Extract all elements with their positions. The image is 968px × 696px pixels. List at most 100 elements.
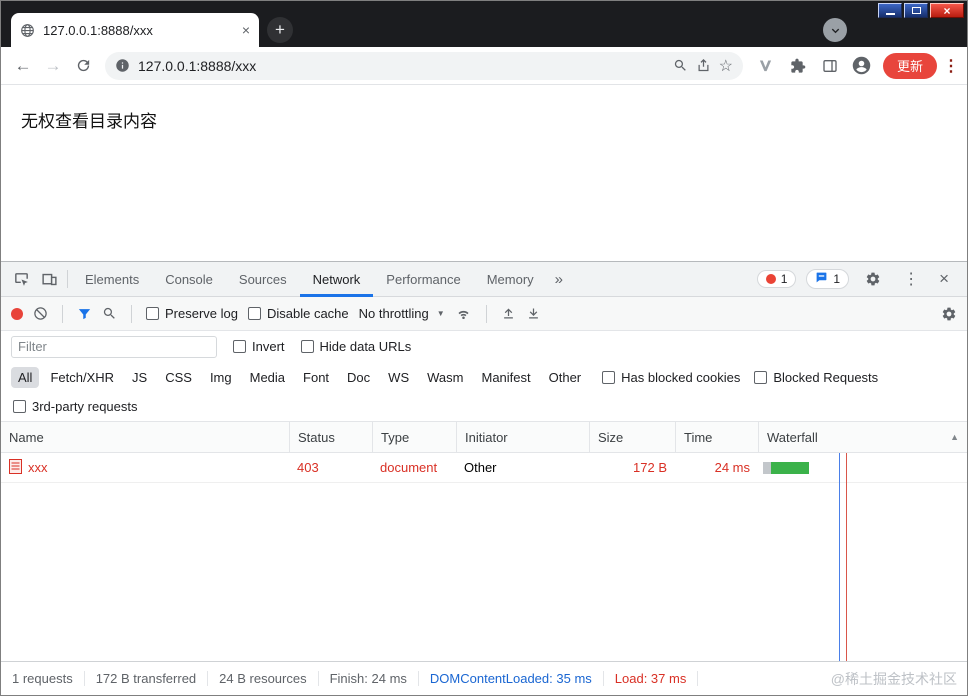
disable-cache-checkbox[interactable] bbox=[247, 307, 261, 320]
has-blocked-cookies-checkbox[interactable] bbox=[602, 370, 616, 384]
divider bbox=[131, 304, 132, 323]
tab-strip: × 127.0.0.1:8888/xxx × + bbox=[1, 1, 967, 47]
third-party-checkbox[interactable] bbox=[13, 400, 26, 413]
devtools-settings-gear-icon[interactable] bbox=[859, 265, 887, 293]
waterfall-download-segment bbox=[771, 462, 809, 474]
hide-data-urls-label: Hide data URLs bbox=[319, 339, 412, 354]
devtools-tab-memory[interactable]: Memory bbox=[474, 262, 547, 297]
type-filter-doc[interactable]: Doc bbox=[340, 367, 377, 388]
disable-cache-checkbox-group[interactable]: Disable cache bbox=[247, 306, 349, 321]
extension-v-icon[interactable] bbox=[751, 52, 781, 80]
address-bar[interactable]: 127.0.0.1:8888/xxx ☆ bbox=[105, 51, 743, 80]
import-har-icon[interactable] bbox=[501, 306, 516, 321]
preserve-log-checkbox[interactable] bbox=[146, 307, 159, 320]
network-settings-gear-icon[interactable] bbox=[941, 306, 957, 322]
network-conditions-icon[interactable] bbox=[455, 305, 472, 322]
clear-network-log-icon[interactable] bbox=[33, 306, 48, 321]
chrome-update-button[interactable]: 更新 bbox=[882, 52, 937, 79]
type-filter-img[interactable]: Img bbox=[203, 367, 239, 388]
blocked-requests-checkbox-group[interactable]: Blocked Requests bbox=[754, 370, 878, 385]
type-filter-wasm[interactable]: Wasm bbox=[420, 367, 470, 388]
column-header-name[interactable]: Name bbox=[1, 422, 289, 452]
search-network-icon[interactable] bbox=[102, 306, 117, 321]
devtools-tab-console[interactable]: Console bbox=[152, 262, 226, 297]
issues-count: 1 bbox=[833, 272, 841, 286]
inspect-element-icon[interactable] bbox=[7, 265, 35, 293]
devtools-tab-performance[interactable]: Performance bbox=[373, 262, 473, 297]
column-header-waterfall[interactable]: Waterfall ▲ bbox=[758, 422, 967, 452]
zoom-icon[interactable] bbox=[673, 58, 688, 73]
new-tab-button[interactable]: + bbox=[267, 17, 293, 43]
column-header-size[interactable]: Size bbox=[589, 422, 675, 452]
extensions-puzzle-icon[interactable] bbox=[783, 52, 813, 80]
hide-data-urls-checkbox[interactable] bbox=[300, 340, 314, 353]
type-filter-fetch-xhr[interactable]: Fetch/XHR bbox=[43, 367, 121, 388]
third-party-label: 3rd-party requests bbox=[32, 399, 138, 414]
window-controls: × bbox=[878, 3, 964, 18]
finish-time: Finish: 24 ms bbox=[319, 671, 419, 686]
type-filter-js[interactable]: JS bbox=[125, 367, 154, 388]
column-header-type[interactable]: Type bbox=[372, 422, 456, 452]
device-toolbar-icon[interactable] bbox=[35, 265, 63, 293]
type-filter-all[interactable]: All bbox=[11, 366, 40, 388]
type-filter-manifest[interactable]: Manifest bbox=[474, 367, 537, 388]
profile-avatar[interactable] bbox=[847, 52, 877, 80]
invert-checkbox-group[interactable]: Invert bbox=[233, 339, 285, 354]
devtools-tab-sources[interactable]: Sources bbox=[226, 262, 300, 297]
back-button[interactable]: ← bbox=[9, 52, 37, 80]
maximize-button[interactable] bbox=[904, 3, 928, 18]
devtools-tab-elements[interactable]: Elements bbox=[72, 262, 152, 297]
browser-window: × 127.0.0.1:8888/xxx × + ← → 127.0.0.1:8… bbox=[0, 0, 968, 696]
tab-close-icon[interactable]: × bbox=[242, 23, 250, 37]
request-name-cell[interactable]: xxx bbox=[1, 458, 289, 477]
type-filter-other[interactable]: Other bbox=[542, 367, 589, 388]
scrollbar-up-arrow-icon[interactable]: ▲ bbox=[950, 432, 959, 442]
waterfall-bar bbox=[763, 462, 809, 474]
browser-tab[interactable]: 127.0.0.1:8888/xxx × bbox=[11, 13, 259, 47]
reload-button[interactable] bbox=[69, 52, 97, 80]
devtools-tab-network[interactable]: Network bbox=[300, 262, 374, 297]
has-blocked-cookies-checkbox-group[interactable]: Has blocked cookies bbox=[602, 370, 740, 385]
tab-search-chevron-icon[interactable] bbox=[823, 18, 847, 42]
devtools-panel: Elements Console Sources Network Perform… bbox=[1, 261, 967, 695]
preserve-log-checkbox-group[interactable]: Preserve log bbox=[146, 306, 238, 321]
request-initiator[interactable]: Other bbox=[456, 460, 589, 475]
devtools-menu-kebab-icon[interactable]: ⋮ bbox=[897, 265, 925, 293]
has-blocked-cookies-label: Has blocked cookies bbox=[621, 369, 741, 385]
devtools-close-icon[interactable]: × bbox=[935, 269, 953, 289]
more-tabs-chevron[interactable]: » bbox=[547, 271, 571, 288]
blocked-requests-checkbox[interactable] bbox=[754, 370, 768, 384]
throttling-dropdown[interactable]: No throttling ▼ bbox=[359, 306, 445, 321]
third-party-filter-row: 3rd-party requests bbox=[1, 392, 967, 422]
invert-checkbox[interactable] bbox=[233, 340, 246, 353]
request-type-filter-row: All Fetch/XHR JS CSS Img Media Font Doc … bbox=[1, 362, 967, 392]
record-network-log-icon[interactable] bbox=[11, 307, 23, 320]
filter-funnel-icon[interactable] bbox=[77, 306, 92, 321]
transferred-size: 172 B transferred bbox=[85, 671, 209, 686]
page-info-icon[interactable] bbox=[115, 58, 130, 73]
network-toolbar: Preserve log Disable cache No throttling… bbox=[1, 297, 967, 331]
type-filter-css[interactable]: CSS bbox=[158, 367, 199, 388]
filter-input[interactable] bbox=[11, 335, 217, 358]
error-count-badge[interactable]: 1 bbox=[756, 270, 797, 288]
minimize-button[interactable] bbox=[878, 3, 902, 18]
export-har-icon[interactable] bbox=[526, 306, 541, 321]
forward-button[interactable]: → bbox=[39, 52, 67, 80]
type-filter-ws[interactable]: WS bbox=[381, 367, 416, 388]
type-filter-font[interactable]: Font bbox=[296, 367, 336, 388]
hide-data-urls-checkbox-group[interactable]: Hide data URLs bbox=[300, 339, 412, 354]
browser-menu-kebab-icon[interactable]: ⋮ bbox=[943, 56, 959, 76]
share-icon[interactable] bbox=[696, 58, 711, 73]
table-row[interactable]: xxx 403 document Other 172 B 24 ms bbox=[1, 453, 967, 483]
column-header-initiator[interactable]: Initiator bbox=[456, 422, 589, 452]
close-window-button[interactable]: × bbox=[930, 3, 964, 18]
third-party-checkbox-group[interactable]: 3rd-party requests bbox=[13, 399, 138, 414]
column-header-time[interactable]: Time bbox=[675, 422, 758, 452]
throttling-value: No throttling bbox=[358, 306, 429, 321]
bookmark-star-icon[interactable]: ☆ bbox=[719, 56, 733, 76]
issues-count-badge[interactable]: 1 bbox=[806, 269, 850, 289]
type-filter-media[interactable]: Media bbox=[243, 367, 292, 388]
column-header-status[interactable]: Status bbox=[289, 422, 372, 452]
side-panel-icon[interactable] bbox=[815, 52, 845, 80]
preserve-log-label: Preserve log bbox=[165, 306, 238, 321]
